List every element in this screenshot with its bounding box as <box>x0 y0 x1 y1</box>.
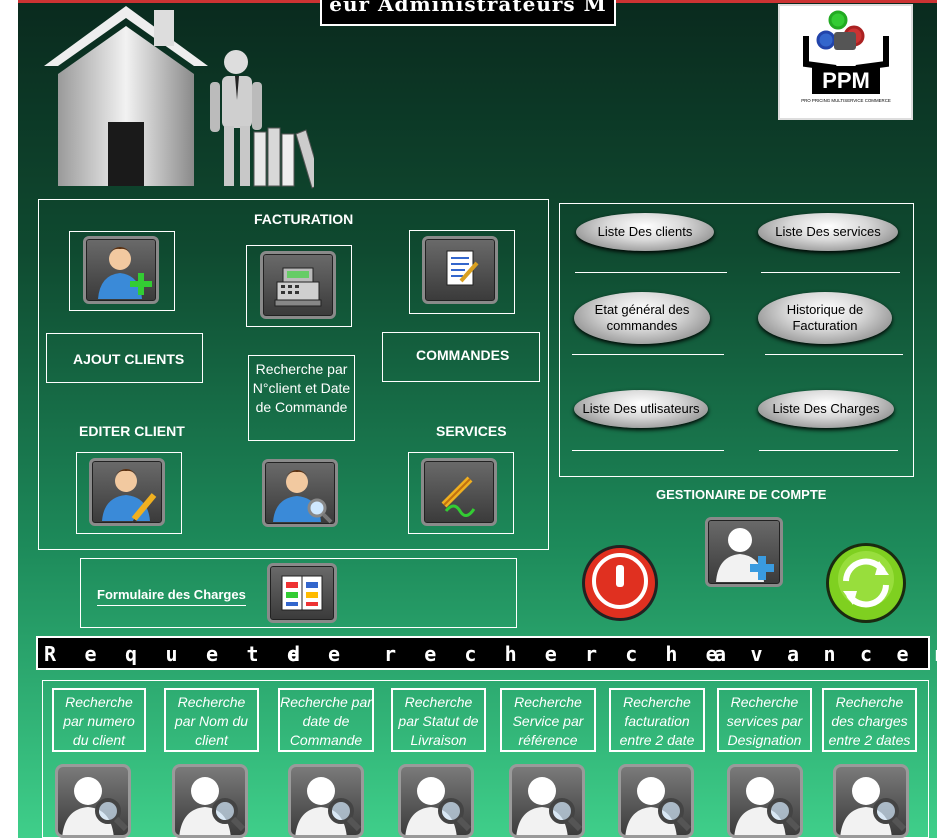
banner-letter: v <box>750 642 763 666</box>
banner-letter: h <box>504 642 517 666</box>
editer-client-label: EDITER CLIENT <box>79 423 185 439</box>
search-user-icon <box>62 777 128 835</box>
svg-text:PPM: PPM <box>822 68 870 93</box>
document-edit-icon <box>446 250 479 286</box>
search-option-label[interactable]: Recherche Service par référence <box>500 688 596 752</box>
banner-letter: e <box>896 642 909 666</box>
add-account-icon <box>716 528 774 582</box>
refresh-button[interactable] <box>823 541 909 625</box>
banner-letter: e <box>84 642 97 666</box>
search-user-icon <box>840 777 906 835</box>
page-title-box: eur Administrateurs M <box>320 0 616 26</box>
search-user-icon <box>273 470 333 524</box>
services-button[interactable] <box>421 458 497 526</box>
search-user-button[interactable] <box>509 764 585 838</box>
etat-commandes-button[interactable]: Etat général des commandes <box>574 292 710 344</box>
book-icon <box>281 575 323 611</box>
banner-letter: n <box>823 642 836 666</box>
search-option-label[interactable]: Recherche facturation entre 2 date <box>609 688 705 752</box>
banner-letter: t <box>246 642 259 666</box>
divider <box>761 272 900 273</box>
ajout-clients-label: AJOUT CLIENTS <box>73 351 185 367</box>
divider <box>575 272 727 273</box>
divider <box>572 354 724 355</box>
power-button[interactable] <box>578 543 662 623</box>
search-option-label[interactable]: Recherche par Nom du client <box>164 688 259 752</box>
search-option-label[interactable]: Recherche par Statut de Livraison <box>391 688 486 752</box>
divider <box>765 354 903 355</box>
banner-letter: r <box>384 642 397 666</box>
house-illustration-icon <box>44 6 314 189</box>
add-account-button[interactable] <box>705 517 783 587</box>
historique-facturation-button[interactable]: Historique de Facturation <box>758 292 892 344</box>
search-user-icon <box>734 777 800 835</box>
banner-letter: q <box>125 642 138 666</box>
banner-letter: a <box>787 642 800 666</box>
search-user-button[interactable] <box>55 764 131 838</box>
search-client-button[interactable] <box>262 459 338 527</box>
search-user-icon <box>179 777 245 835</box>
left-margin <box>0 0 18 838</box>
formulaire-charges-button[interactable] <box>267 563 337 623</box>
svg-text:PRO PRICING MULTISERVICE COMME: PRO PRICING MULTISERVICE COMMERCE <box>801 98 891 103</box>
add-client-button[interactable] <box>83 236 159 304</box>
banner-letter: r <box>585 642 598 666</box>
commandes-label: COMMANDES <box>416 347 510 363</box>
banner-letter: e <box>424 642 437 666</box>
ppm-logo: PPM PRO PRICING MULTISERVICE COMMERCE <box>778 4 913 120</box>
banner-letter: e <box>544 642 557 666</box>
search-user-icon <box>516 777 582 835</box>
ppm-logo-icon: PPM PRO PRICING MULTISERVICE COMMERCE <box>801 10 891 103</box>
add-user-icon <box>98 247 152 299</box>
liste-clients-button[interactable]: Liste Des clients <box>576 213 714 251</box>
search-user-icon <box>405 777 471 835</box>
services-label: SERVICES <box>436 423 507 439</box>
banner-letter: u <box>165 642 178 666</box>
facturation-button[interactable] <box>260 251 336 319</box>
search-option-label[interactable]: Recherche services par Designation <box>717 688 812 752</box>
search-user-icon <box>295 777 361 835</box>
edit-user-icon <box>102 469 157 523</box>
formulaire-charges-label: Formulaire des Charges <box>97 587 246 606</box>
search-user-button[interactable] <box>727 764 803 838</box>
divider <box>572 450 724 451</box>
facturation-label: FACTURATION <box>254 211 354 227</box>
edit-client-button[interactable] <box>89 458 165 526</box>
liste-services-button[interactable]: Liste Des services <box>758 213 898 251</box>
banner-letter: r <box>933 642 937 666</box>
liste-utilisateurs-button[interactable]: Liste Des utlisateurs <box>574 390 708 428</box>
banner-letter: c <box>464 642 477 666</box>
search-user-button[interactable] <box>833 764 909 838</box>
banner-letter: e <box>206 642 219 666</box>
banner-letter: c <box>625 642 638 666</box>
banner-letter: e <box>328 642 341 666</box>
banner-letter: R <box>44 642 57 666</box>
gestionaire-compte-label: GESTIONAIRE DE COMPTE <box>656 487 827 502</box>
search-user-button[interactable] <box>288 764 364 838</box>
liste-charges-button[interactable]: Liste Des Charges <box>758 390 894 428</box>
search-user-button[interactable] <box>398 764 474 838</box>
search-option-label[interactable]: Recherche par numero du client <box>52 688 146 752</box>
recherche-client-date-label[interactable]: Recherche par N°client et Date de Comman… <box>250 360 353 417</box>
search-user-button[interactable] <box>172 764 248 838</box>
cash-register-icon <box>274 267 322 307</box>
divider <box>759 450 898 451</box>
banner-letter: h <box>665 642 678 666</box>
page-title: eur Administrateurs M <box>329 0 607 16</box>
search-option-label[interactable]: Recherche par date de Commande <box>278 688 374 752</box>
banner-letter: d <box>288 642 301 666</box>
search-option-label[interactable]: Recherche des charges entre 2 dates <box>822 688 917 752</box>
advanced-search-banner: Requetederechercheavancer <box>36 636 937 670</box>
search-user-icon <box>625 777 691 835</box>
banner-letter: c <box>860 642 873 666</box>
pencil-icon <box>441 476 476 517</box>
commandes-button[interactable] <box>422 236 498 304</box>
banner-letter: a <box>714 642 727 666</box>
search-user-button[interactable] <box>618 764 694 838</box>
